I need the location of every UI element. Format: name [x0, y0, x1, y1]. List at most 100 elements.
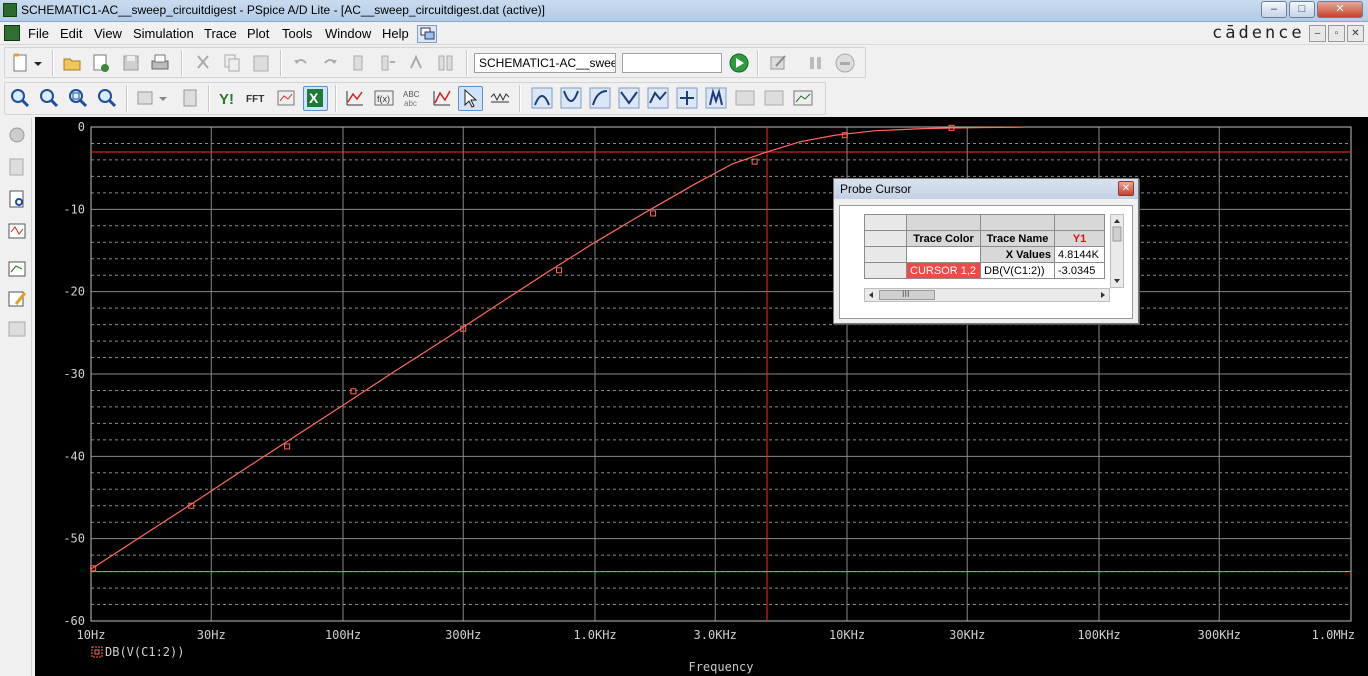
add-trace-icon[interactable] — [344, 87, 366, 109]
simulation-profile-select[interactable]: SCHEMATIC1-AC__sweep_ — [474, 53, 616, 73]
settings-page-icon[interactable] — [179, 87, 201, 109]
new-dropdown-icon[interactable] — [32, 52, 44, 74]
document-icon[interactable] — [4, 25, 20, 41]
previous-transition-icon[interactable] — [763, 87, 785, 109]
zoom-fit-icon[interactable] — [96, 87, 118, 109]
run-simulation-icon[interactable] — [728, 52, 750, 74]
next-transition-icon[interactable] — [734, 87, 756, 109]
x-tick-label: 10Hz — [77, 628, 106, 642]
waveform-chart[interactable]: 0 -10 -20 -30 -40 -50 -6010Hz 30Hz 100Hz 300Hz 1.0… — [35, 117, 1368, 676]
legend-label: DB(V(C1:2)) — [105, 645, 184, 659]
mark-data-icon[interactable] — [348, 52, 370, 74]
probe-output-icon[interactable] — [6, 124, 28, 146]
paste-icon[interactable] — [250, 52, 272, 74]
svg-text:FFT: FFT — [246, 94, 264, 105]
probe-horizontal-scrollbar[interactable]: III — [864, 288, 1110, 302]
row-header-cell — [864, 262, 907, 279]
copy-icon[interactable] — [221, 52, 243, 74]
menu-help[interactable]: Help — [382, 26, 409, 41]
new-file-icon[interactable] — [9, 52, 31, 74]
pspice-app-icon — [3, 3, 17, 17]
close-button[interactable]: ✕ — [1317, 1, 1363, 18]
zoom-out-icon[interactable] — [38, 87, 60, 109]
minimize-button[interactable]: – — [1261, 1, 1287, 18]
text-label-icon[interactable]: ABC abc — [402, 87, 424, 109]
cursor-search-icon[interactable] — [705, 87, 727, 109]
stop-icon[interactable] — [834, 52, 856, 74]
undo-icon[interactable] — [290, 52, 312, 74]
menu-edit[interactable]: Edit — [60, 26, 82, 41]
empty-cell — [906, 246, 981, 263]
waveform-window-icon[interactable] — [6, 220, 28, 242]
probe-cursor-dialog[interactable]: Probe Cursor ✕ Trace Color Trace Name Y1… — [833, 178, 1139, 324]
zoom-in-icon[interactable] — [9, 87, 31, 109]
y-tick-label: -20 — [63, 285, 85, 299]
edit-plot-icon[interactable] — [6, 288, 28, 310]
probe-cursor-close-button[interactable]: ✕ — [1118, 181, 1134, 196]
waveform-plot[interactable]: 0 -10 -20 -30 -40 -50 -60 10Hz 30Hz 100Hz 300Hz 1.0… — [35, 117, 1368, 676]
x-tick-label: 30KHz — [949, 628, 985, 642]
cursor-trough-icon[interactable] — [560, 87, 582, 109]
cursor-peak-icon[interactable] — [531, 87, 553, 109]
x-tick-label: 30Hz — [197, 628, 226, 642]
x-axis-label: Frequency — [688, 660, 753, 674]
mdi-restore-button[interactable]: ▫ — [1328, 25, 1345, 42]
toggle-cursor-icon[interactable] — [431, 87, 453, 109]
menu-plot[interactable]: Plot — [247, 26, 269, 41]
data-point-marker — [650, 210, 657, 217]
menu-trace[interactable]: Trace — [204, 26, 237, 41]
mdi-minimize-button[interactable]: – — [1309, 25, 1326, 42]
pause-icon[interactable] — [805, 52, 827, 74]
redo-icon[interactable] — [319, 52, 341, 74]
menu-window[interactable]: Window — [325, 26, 371, 41]
svg-text:Y!: Y! — [219, 91, 234, 108]
performance-analysis-icon[interactable] — [275, 87, 297, 109]
menu-tools[interactable]: Tools — [282, 26, 312, 41]
maximize-button[interactable]: □ — [1289, 1, 1315, 18]
separator — [52, 50, 54, 76]
cursor-point-icon[interactable] — [676, 87, 698, 109]
x-tick-label: 100Hz — [325, 628, 361, 642]
menu-view[interactable]: View — [94, 26, 122, 41]
svg-text:abc: abc — [404, 99, 417, 108]
fft-icon[interactable]: FFT — [246, 87, 268, 109]
profile-search-field[interactable] — [622, 53, 722, 73]
cursor-min-icon[interactable] — [618, 87, 640, 109]
mark-all-icon[interactable] — [435, 52, 457, 74]
trace-name-cell: DB(V(C1:2)) — [980, 262, 1055, 279]
mdi-close-button[interactable]: ✕ — [1347, 25, 1364, 42]
open-folder-icon[interactable] — [61, 52, 83, 74]
excel-export-icon[interactable]: X — [303, 86, 328, 111]
mark-data-points-icon[interactable] — [792, 87, 814, 109]
add-y-axis-icon[interactable]: Y! — [217, 87, 239, 109]
log-x-axis-icon[interactable] — [135, 87, 157, 109]
cut-icon[interactable] — [192, 52, 214, 74]
save-icon[interactable] — [120, 52, 142, 74]
probe-vertical-scrollbar[interactable] — [1110, 214, 1124, 288]
zoom-area-icon[interactable] — [67, 87, 89, 109]
scrollbar-thumb[interactable]: III — [879, 289, 935, 300]
view-output-file-icon[interactable] — [6, 156, 28, 178]
new-project-icon[interactable] — [90, 52, 112, 74]
y1-header[interactable]: Y1 — [1054, 230, 1105, 247]
x-tick-label: 10KHz — [829, 628, 865, 642]
cursor-max-icon[interactable] — [647, 87, 669, 109]
plot-settings-icon[interactable] — [6, 318, 28, 340]
print-icon[interactable] — [149, 52, 171, 74]
mark-point-icon[interactable] — [406, 52, 428, 74]
axis-dropdown-icon[interactable] — [157, 87, 169, 109]
grid-empty-header — [906, 214, 981, 231]
edit-profile-icon[interactable] — [767, 52, 789, 74]
window-title: SCHEMATIC1-AC__sweep_circuitdigest - PSp… — [21, 3, 545, 17]
separator — [519, 85, 521, 112]
menu-simulation[interactable]: Simulation — [133, 26, 194, 41]
mark-label-icon[interactable] — [377, 52, 399, 74]
cascade-windows-icon[interactable] — [417, 25, 437, 43]
new-plot-window-icon[interactable] — [6, 258, 28, 280]
eval-goal-function-icon[interactable]: f(x) — [373, 87, 395, 109]
view-simulation-results-icon[interactable] — [6, 188, 28, 210]
cursor-slope-icon[interactable] — [589, 87, 611, 109]
menu-file[interactable]: File — [28, 26, 49, 41]
select-pointer-icon[interactable] — [458, 86, 483, 111]
snap-to-data-icon[interactable] — [489, 87, 511, 109]
